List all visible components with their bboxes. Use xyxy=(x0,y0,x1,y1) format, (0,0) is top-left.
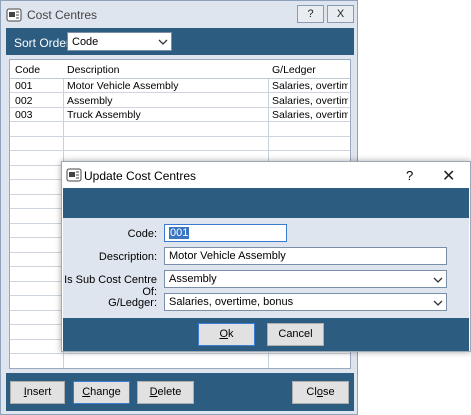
close-button[interactable]: Close xyxy=(292,381,349,404)
table-header: Code Description G/Ledger xyxy=(10,60,350,79)
sub-cost-centre-label: Is Sub Cost Centre Of: xyxy=(64,274,157,298)
code-label: Code: xyxy=(127,228,157,240)
header-description[interactable]: Description xyxy=(67,64,120,76)
cell-gledger: Salaries, overtim... xyxy=(272,80,348,92)
table-row xyxy=(10,137,350,151)
sort-order-value: Code xyxy=(72,36,99,48)
chevron-down-icon[interactable] xyxy=(433,300,443,306)
cell-code: 001 xyxy=(15,80,33,92)
code-value: 001 xyxy=(169,227,190,239)
sort-order-select[interactable]: Code xyxy=(67,32,172,51)
app-icon xyxy=(6,8,22,22)
cell-description: Assembly xyxy=(67,94,113,107)
dialog-form: Code: 001 Description: Motor Vehicle Ass… xyxy=(63,218,469,318)
code-field[interactable]: 001 xyxy=(164,224,287,242)
sort-toolbar: Sort Order Code xyxy=(6,28,354,55)
ok-button[interactable]: Ok xyxy=(198,323,255,346)
dialog-help-button[interactable]: ? xyxy=(406,168,413,183)
gledger-label: G/Ledger: xyxy=(108,297,157,309)
cell-gledger: Salaries, overtim... xyxy=(272,109,348,121)
window-title: Cost Centres xyxy=(27,8,98,22)
dialog-close-button[interactable]: ✕ xyxy=(442,166,455,186)
cell-code: 002 xyxy=(15,94,33,107)
dialog-titlebar[interactable]: Update Cost Centres ? ✕ xyxy=(62,162,470,188)
description-label: Description: xyxy=(98,251,157,263)
gledger-value: Salaries, overtime, bonus xyxy=(169,296,294,308)
action-bar: Insert Change Delete Close xyxy=(6,373,354,411)
cell-description: Truck Assembly xyxy=(67,109,141,121)
table-row[interactable]: 002 Assembly Salaries, overtim... xyxy=(10,94,350,108)
cell-gledger: Salaries, overtim... xyxy=(272,94,348,107)
cell-code: 003 xyxy=(15,109,33,121)
table-row[interactable]: 003 Truck Assembly Salaries, overtim... xyxy=(10,108,350,122)
update-cost-centres-dialog: Update Cost Centres ? ✕ Code: 001 Descri… xyxy=(61,161,471,352)
help-button[interactable]: ? xyxy=(297,5,324,23)
dialog-title: Update Cost Centres xyxy=(84,169,197,183)
window-titlebar[interactable]: Cost Centres ? X xyxy=(1,1,357,27)
app-icon xyxy=(66,168,82,182)
chevron-down-icon[interactable] xyxy=(433,277,443,283)
cancel-button[interactable]: Cancel xyxy=(267,323,324,346)
delete-button[interactable]: Delete xyxy=(137,381,194,404)
window-close-button[interactable]: X xyxy=(327,5,354,23)
change-button[interactable]: Change xyxy=(73,381,130,404)
header-gledger[interactable]: G/Ledger xyxy=(272,64,316,76)
sub-cost-centre-value: Assembly xyxy=(169,273,217,285)
cell-description: Motor Vehicle Assembly xyxy=(67,80,179,92)
sort-order-label: Sort Order xyxy=(14,36,71,50)
description-value: Motor Vehicle Assembly xyxy=(169,250,286,262)
chevron-down-icon[interactable] xyxy=(158,39,168,45)
dialog-button-bar: Ok Cancel xyxy=(63,318,469,351)
header-code[interactable]: Code xyxy=(15,64,40,76)
table-row xyxy=(10,355,350,368)
sub-cost-centre-select[interactable]: Assembly xyxy=(164,270,447,288)
table-row[interactable]: 001 Motor Vehicle Assembly Salaries, overt… xyxy=(10,79,350,93)
gledger-select[interactable]: Salaries, overtime, bonus xyxy=(164,293,447,311)
dialog-header-band xyxy=(63,188,469,218)
insert-button[interactable]: Insert xyxy=(10,381,65,404)
description-field[interactable]: Motor Vehicle Assembly xyxy=(164,247,447,265)
table-row xyxy=(10,123,350,137)
